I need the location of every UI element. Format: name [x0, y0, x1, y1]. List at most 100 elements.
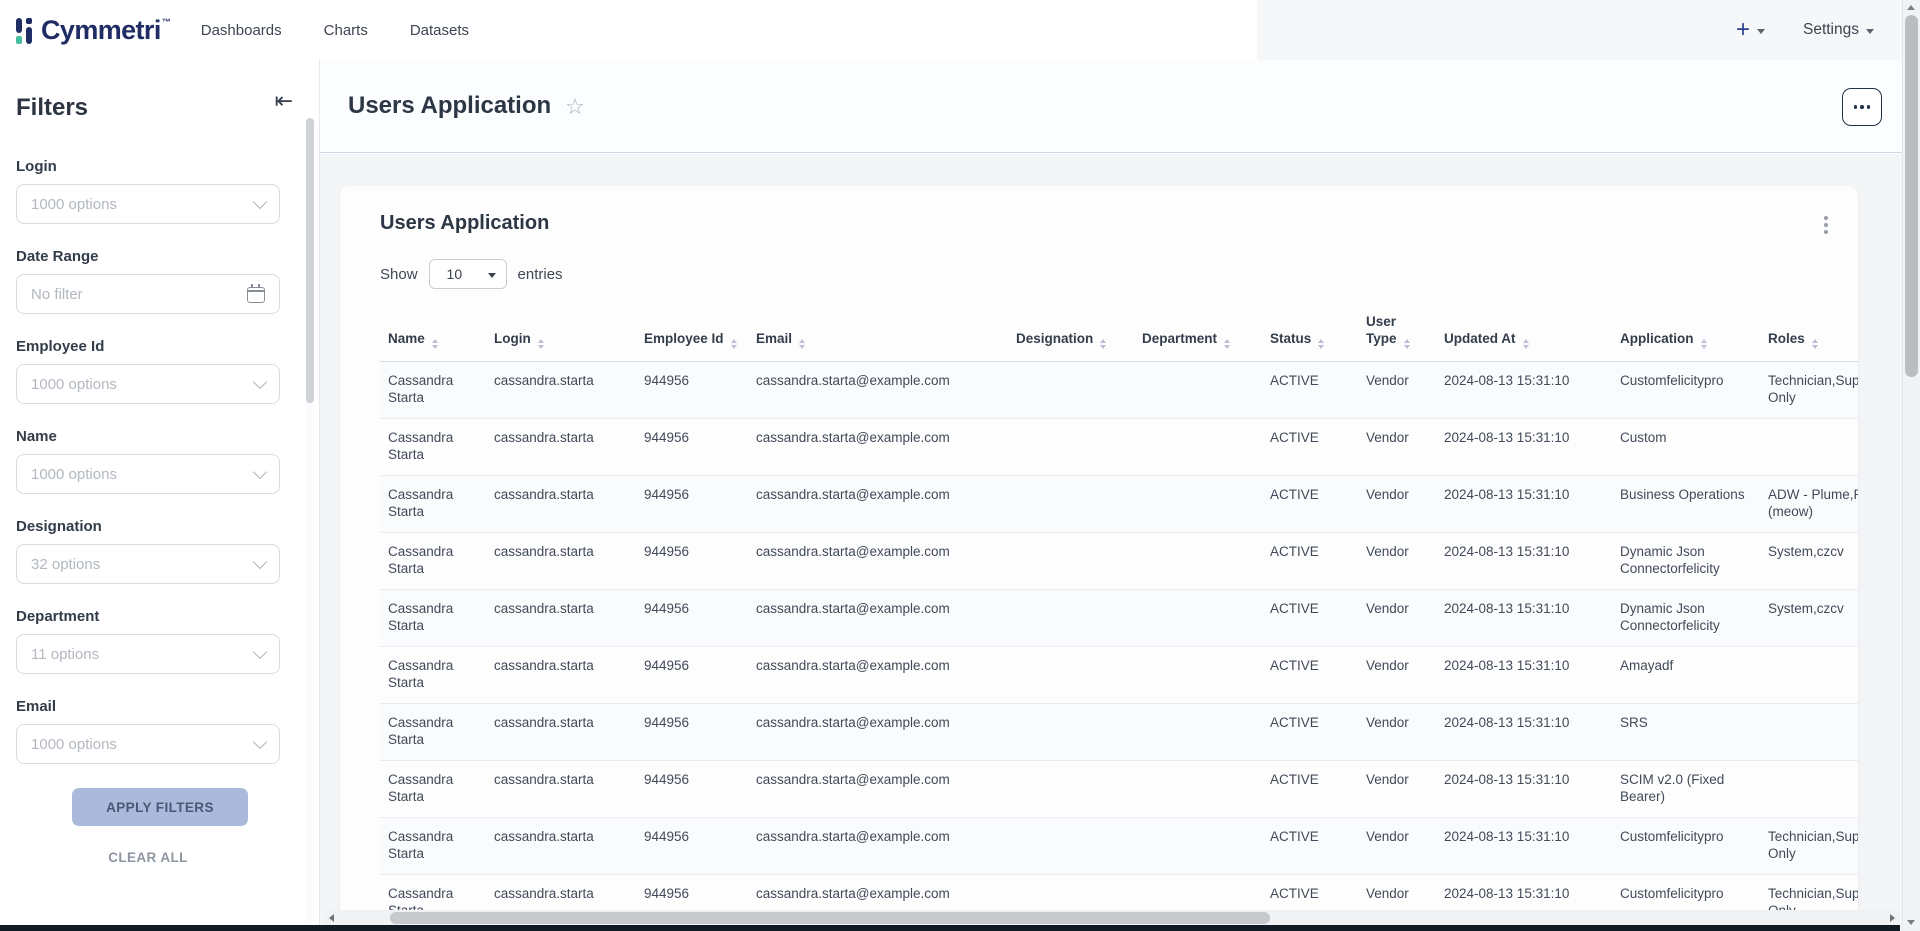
cell-employee-id: 944956 — [636, 419, 748, 476]
ellipsis-icon — [1854, 105, 1858, 109]
name-filter-select[interactable]: 1000 options — [16, 454, 280, 494]
column-header-name[interactable]: Name — [380, 303, 486, 362]
kebab-menu-icon[interactable] — [1824, 216, 1828, 234]
sort-icon — [1318, 339, 1324, 349]
cell-roles — [1760, 761, 1858, 818]
filter-label: Employee Id — [16, 338, 280, 355]
sidebar-scrollbar-thumb[interactable] — [306, 118, 314, 403]
column-header-email[interactable]: Email — [748, 303, 1008, 362]
department-filter-select[interactable]: 11 options — [16, 634, 280, 674]
column-header-login[interactable]: Login — [486, 303, 636, 362]
filter-placeholder: 32 options — [31, 556, 100, 573]
designation-filter-select[interactable]: 32 options — [16, 544, 280, 584]
cell-email: cassandra.starta@example.com — [748, 362, 1008, 419]
nav-item-charts[interactable]: Charts — [324, 22, 368, 39]
column-header-department[interactable]: Department — [1134, 303, 1262, 362]
sort-icon — [1812, 339, 1818, 349]
cell-login: cassandra.starta — [486, 761, 636, 818]
employee-id-filter-select[interactable]: 1000 options — [16, 364, 280, 404]
login-filter-select[interactable]: 1000 options — [16, 184, 280, 224]
cell-application: Custom — [1612, 419, 1760, 476]
filter-group-email: Email 1000 options — [16, 698, 280, 764]
content-area: Users Application Show 10 entries NameLo… — [320, 154, 1902, 931]
cell-login: cassandra.starta — [486, 419, 636, 476]
cell-employee-id: 944956 — [636, 761, 748, 818]
cell-employee-id: 944956 — [636, 647, 748, 704]
column-header-designation[interactable]: Designation — [1008, 303, 1134, 362]
cell-status: ACTIVE — [1262, 476, 1358, 533]
table-row: Cassandra Startacassandra.starta944956ca… — [380, 818, 1858, 875]
cell-name: Cassandra Starta — [380, 590, 486, 647]
horizontal-scrollbar-thumb[interactable] — [390, 912, 1270, 924]
table-row: Cassandra Startacassandra.starta944956ca… — [380, 419, 1858, 476]
column-header-employee-id[interactable]: Employee Id — [636, 303, 748, 362]
table-row: Cassandra Startacassandra.starta944956ca… — [380, 647, 1858, 704]
cell-status: ACTIVE — [1262, 704, 1358, 761]
scroll-up-arrow-icon[interactable] — [1907, 5, 1915, 10]
cell-user-type: Vendor — [1358, 818, 1436, 875]
filter-label: Email — [16, 698, 280, 715]
clear-all-button[interactable]: CLEAR ALL — [16, 850, 280, 865]
table-row: Cassandra Startacassandra.starta944956ca… — [380, 476, 1858, 533]
cell-designation — [1008, 818, 1134, 875]
filter-placeholder: 1000 options — [31, 196, 117, 213]
scroll-left-arrow-icon[interactable] — [329, 914, 334, 922]
collapse-sidebar-icon[interactable]: ⇤ — [275, 90, 293, 112]
cell-status: ACTIVE — [1262, 419, 1358, 476]
cell-application: Dynamic Json Connectorfelicity — [1612, 590, 1760, 647]
table-head: NameLoginEmployee IdEmailDesignationDepa… — [380, 303, 1858, 362]
filter-label: Department — [16, 608, 280, 625]
cell-login: cassandra.starta — [486, 704, 636, 761]
nav-item-datasets[interactable]: Datasets — [410, 22, 469, 39]
horizontal-scrollbar[interactable] — [324, 910, 1900, 926]
sort-icon — [1404, 339, 1410, 349]
settings-menu-button[interactable]: Settings — [1803, 21, 1874, 39]
cell-designation — [1008, 590, 1134, 647]
filter-label: Date Range — [16, 248, 280, 265]
page-size-select[interactable]: 10 — [429, 259, 507, 289]
email-filter-select[interactable]: 1000 options — [16, 724, 280, 764]
add-menu-button[interactable]: + — [1736, 18, 1765, 42]
column-header-user-type[interactable]: User Type — [1358, 303, 1436, 362]
apply-filters-button[interactable]: APPLY FILTERS — [72, 788, 248, 826]
cell-login: cassandra.starta — [486, 533, 636, 590]
sort-icon — [1100, 339, 1106, 349]
users-application-card: Users Application Show 10 entries NameLo… — [340, 186, 1858, 931]
brand-logo[interactable]: Cymmetri ™ — [16, 14, 171, 47]
favorite-star-icon[interactable]: ☆ — [565, 95, 585, 120]
chevron-down-icon — [253, 555, 267, 569]
settings-label: Settings — [1803, 21, 1859, 39]
vertical-scrollbar-thumb[interactable] — [1905, 15, 1918, 377]
column-header-application[interactable]: Application — [1612, 303, 1760, 362]
cell-application: Business Operations — [1612, 476, 1760, 533]
column-header-updated-at[interactable]: Updated At — [1436, 303, 1612, 362]
filters-title: Filters — [16, 94, 319, 122]
filter-group-name: Name1000 options — [16, 428, 280, 494]
cell-application: Dynamic Json Connectorfelicity — [1612, 533, 1760, 590]
nav-item-dashboards[interactable]: Dashboards — [201, 22, 282, 39]
cell-employee-id: 944956 — [636, 362, 748, 419]
page-header: Users Application ☆ — [320, 60, 1902, 153]
chevron-down-icon — [253, 375, 267, 389]
column-header-status[interactable]: Status — [1262, 303, 1358, 362]
filter-placeholder: 11 options — [31, 646, 99, 663]
cell-department — [1134, 476, 1262, 533]
filter-group-designation: Designation32 options — [16, 518, 280, 584]
cell-roles: Technician,Supervisor,Observer Only — [1760, 362, 1858, 419]
date-range-filter-input[interactable]: No filter — [16, 274, 280, 314]
table-row: Cassandra Startacassandra.starta944956ca… — [380, 590, 1858, 647]
column-header-roles[interactable]: Roles — [1760, 303, 1858, 362]
sidebar-scrollbar[interactable] — [306, 118, 314, 923]
cell-roles: Technician,Supervisor,Observer Only — [1760, 818, 1858, 875]
scroll-down-arrow-icon[interactable] — [1907, 920, 1915, 925]
cell-status: ACTIVE — [1262, 590, 1358, 647]
more-options-button[interactable] — [1842, 88, 1882, 126]
filter-list: Login1000 optionsDate RangeNo filterEmpl… — [16, 158, 319, 764]
cell-roles: System,czcv — [1760, 533, 1858, 590]
filter-group-department: Department 11 options — [16, 608, 280, 674]
vertical-scrollbar[interactable] — [1902, 0, 1920, 931]
caret-down-icon — [488, 273, 496, 278]
scroll-right-arrow-icon[interactable] — [1890, 914, 1895, 922]
cell-department — [1134, 704, 1262, 761]
cell-user-type: Vendor — [1358, 476, 1436, 533]
